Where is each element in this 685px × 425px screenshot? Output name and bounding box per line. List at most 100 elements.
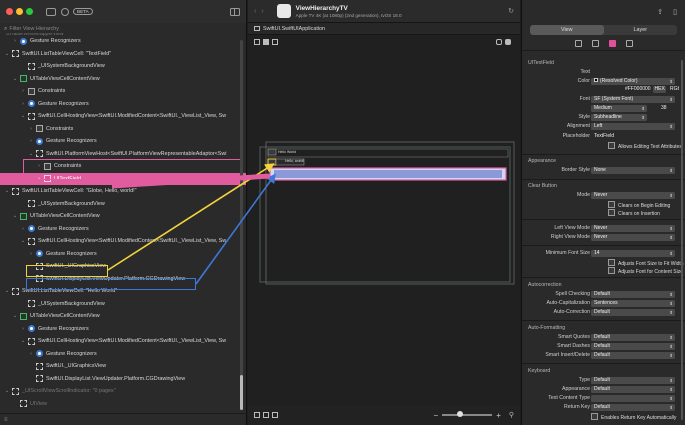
chevron-down-icon[interactable]: ⌄ xyxy=(4,188,10,194)
chevron-down-icon[interactable]: ⌄ xyxy=(4,388,10,394)
chevron-right-icon[interactable]: › xyxy=(36,176,42,182)
chevron-right-icon[interactable]: › xyxy=(28,251,34,257)
close-window-button[interactable] xyxy=(6,8,13,15)
auto-correction-select[interactable]: Default xyxy=(591,309,675,316)
tree-row[interactable]: ⌄ UITableViewCellContentView xyxy=(0,310,246,322)
attributes-inspector-icon[interactable] xyxy=(608,40,616,47)
clip-toggle-icon[interactable] xyxy=(272,39,278,45)
smart-insert-select[interactable]: Default xyxy=(591,352,675,359)
min-font-size-stepper[interactable]: 14 xyxy=(591,250,675,257)
tree-row[interactable]: › Gesture Recognizers xyxy=(0,348,246,360)
fill-toggle-icon[interactable] xyxy=(263,39,269,45)
chevron-down-icon[interactable]: ⌄ xyxy=(20,338,26,344)
chevron-down-icon[interactable]: ⌄ xyxy=(12,76,18,82)
zoom-knob[interactable] xyxy=(456,411,463,418)
navigator-scrollbar[interactable] xyxy=(240,40,243,410)
font-size-value[interactable]: 38 xyxy=(658,105,668,112)
adjust-view-icon[interactable] xyxy=(263,412,269,418)
chevron-down-icon[interactable]: ⌄ xyxy=(20,113,26,119)
tree-row[interactable]: SwiftUI._UIGraphicsView xyxy=(0,260,246,272)
chevron-right-icon[interactable]: › xyxy=(36,163,42,169)
chevron-right-icon[interactable]: › xyxy=(12,38,18,44)
tree-row[interactable]: › Gesture Recognizers xyxy=(0,323,246,335)
text-content-type-select[interactable] xyxy=(591,395,675,402)
layers-icon[interactable] xyxy=(496,39,502,45)
chevron-down-icon[interactable]: ⌄ xyxy=(4,288,10,294)
tree-row[interactable]: ⌄ SwiftUI.PlatformViewHost<SwiftUI.Platfo… xyxy=(0,148,246,160)
spell-checking-select[interactable]: Default xyxy=(591,291,675,298)
3d-viewport[interactable]: Hello World Hello, world! xyxy=(248,50,520,402)
tree-row[interactable]: › Gesture Recognizers xyxy=(0,135,246,147)
color-select[interactable]: (Resolved Color) xyxy=(591,78,675,85)
chevron-down-icon[interactable]: ⌄ xyxy=(20,238,26,244)
share-icon[interactable]: ⇪ xyxy=(657,8,663,16)
return-key-select[interactable]: Default xyxy=(591,404,675,411)
refresh-icon[interactable]: ↻ xyxy=(508,7,514,15)
tree-row[interactable]: › Constraints xyxy=(0,123,246,135)
tree-row[interactable]: ⌄ SwiftUI.CellHostingView<SwiftUI.Modifie… xyxy=(0,235,246,247)
zoom-fit-icon[interactable]: ⚲ xyxy=(509,411,514,419)
breadcrumb-item[interactable]: SwiftUI.SwiftUIApplication xyxy=(263,26,325,32)
zoom-in-button[interactable]: + xyxy=(496,411,501,420)
alignment-select[interactable]: Left xyxy=(591,123,675,130)
tree-row[interactable]: › UITextField xyxy=(0,172,246,185)
clears-insertion-checkbox[interactable]: Clears on Insertion xyxy=(608,209,660,217)
chevron-down-icon[interactable]: ⌄ xyxy=(12,313,18,319)
zoom-slider[interactable] xyxy=(442,411,493,418)
tree-row[interactable]: ⌄ SwiftUI.ListTableViewCell: "Hello World… xyxy=(0,285,246,297)
minimize-window-button[interactable] xyxy=(16,8,23,15)
clears-begin-checkbox[interactable]: Clears on Begin Editing xyxy=(608,201,670,209)
split-view-icon[interactable] xyxy=(505,39,511,45)
inspector-toggle-icon[interactable]: ▯ xyxy=(673,8,677,16)
file-inspector-icon[interactable] xyxy=(574,40,582,47)
view-layer-segmented-control[interactable]: View Layer xyxy=(530,25,677,35)
tree-row[interactable]: › Gesture Recognizers xyxy=(0,223,246,235)
chevron-right-icon[interactable]: › xyxy=(28,351,34,357)
back-forward-arrows-icon[interactable]: ‹› xyxy=(254,8,269,15)
chevron-right-icon[interactable]: › xyxy=(20,88,26,94)
tree-row[interactable]: › Constraints xyxy=(0,160,246,172)
border-style-select[interactable]: None xyxy=(591,167,675,174)
chevron-right-icon[interactable]: › xyxy=(28,126,34,132)
auto-capitalization-select[interactable]: Sentences xyxy=(591,300,675,307)
tree-row[interactable]: ⌄ SwiftUI.ListTableViewCell: "TextField" xyxy=(0,48,246,60)
smart-quotes-select[interactable]: Default xyxy=(591,334,675,341)
tree-row[interactable]: ⌄ SwiftUI.ListTableViewCell: "Globe, Hell… xyxy=(0,185,246,197)
left-view-mode-select[interactable]: Never xyxy=(591,225,675,232)
zoom-window-button[interactable] xyxy=(26,8,33,15)
tree-row[interactable]: ⌄ SwiftUI.CellHostingView<SwiftUI.Modifie… xyxy=(0,110,246,122)
show-constraints-icon[interactable] xyxy=(254,412,260,418)
tree-row[interactable]: SwiftUI.DisplayList.ViewUpdater.Platform… xyxy=(0,273,246,285)
style-select[interactable]: Subheadline xyxy=(591,114,647,121)
tree-row[interactable]: › Constraints xyxy=(0,85,246,97)
smart-dashes-select[interactable]: Default xyxy=(591,343,675,350)
keyboard-appearance-select[interactable]: Default xyxy=(591,386,675,393)
tree-row[interactable]: › Gesture Recognizers xyxy=(0,35,246,47)
allows-editing-checkbox[interactable]: Allows Editing Text Attributes xyxy=(608,142,682,150)
enables-return-checkbox[interactable]: Enables Return Key Automatically xyxy=(591,413,676,421)
font-weight-select[interactable]: Medium xyxy=(591,105,647,112)
chevron-down-icon[interactable]: ⌄ xyxy=(4,51,10,57)
chevron-right-icon[interactable]: › xyxy=(20,101,26,107)
layout-toggle-icon[interactable] xyxy=(46,7,56,16)
info-icon[interactable] xyxy=(61,7,69,16)
font-select[interactable]: SF (System Font) xyxy=(591,96,675,103)
tree-row[interactable]: ⌄ SwiftUI.CellHostingView<SwiftUI.Modifie… xyxy=(0,335,246,347)
view-segment[interactable]: View xyxy=(530,25,604,35)
tree-row[interactable]: ⌄ UITableViewCellContentView xyxy=(0,210,246,222)
tree-row[interactable]: › Gesture Recognizers xyxy=(0,98,246,110)
sidebar-toggle-icon[interactable] xyxy=(230,7,240,16)
chevron-down-icon[interactable]: ⌄ xyxy=(28,151,34,157)
layer-segment[interactable]: Layer xyxy=(604,25,678,35)
object-inspector-icon[interactable] xyxy=(591,40,599,47)
chevron-right-icon[interactable]: › xyxy=(20,226,26,232)
tree-row[interactable]: SwiftUI.DisplayList.ViewUpdater.Platform… xyxy=(0,373,246,385)
adjusts-fit-checkbox[interactable]: Adjusts Font Size to Fit Width xyxy=(608,259,684,267)
placeholder-field[interactable]: TextField xyxy=(591,133,675,140)
chevron-down-icon[interactable]: ⌄ xyxy=(12,213,18,219)
size-inspector-icon[interactable] xyxy=(625,40,633,47)
filter-icon[interactable]: ≡ xyxy=(4,417,8,423)
hex-button[interactable]: HEX xyxy=(653,86,666,93)
adjusts-content-checkbox[interactable]: Adjusts Font for Content Size xyxy=(608,267,683,275)
tree-row[interactable]: › Gesture Recognizers xyxy=(0,248,246,260)
